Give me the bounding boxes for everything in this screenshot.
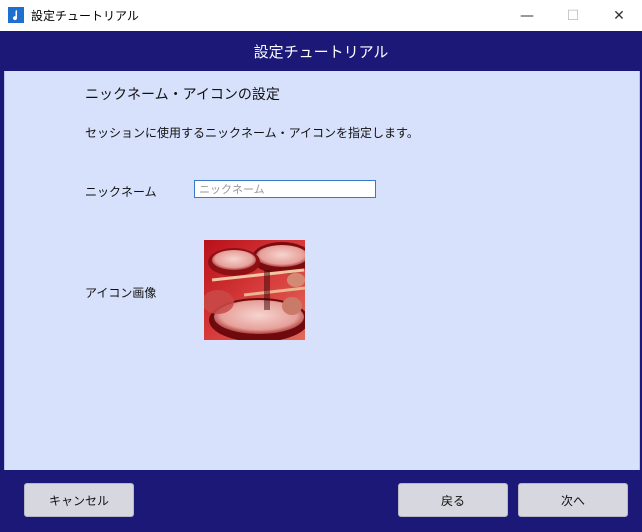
footer-bar: キャンセル 戻る 次へ [0,470,642,532]
cancel-button[interactable]: キャンセル [24,483,134,517]
header-banner: 設定チュートリアル [0,31,642,71]
section-title: ニックネーム・アイコンの設定 [85,87,280,103]
back-button[interactable]: 戻る [398,483,508,517]
minimize-icon: — [520,7,534,24]
app-icon [8,7,24,23]
close-button[interactable]: ✕ [596,0,642,31]
header-title: 設定チュートリアル [253,42,389,61]
content-panel: ニックネーム・アイコンの設定 セッションに使用するニックネーム・アイコンを指定し… [4,71,640,470]
next-button[interactable]: 次へ [518,483,628,517]
close-icon: ✕ [613,7,625,24]
window-title: 設定チュートリアル [31,9,139,23]
nickname-label: ニックネーム [85,185,157,199]
nickname-input[interactable] [194,180,376,198]
section-description: セッションに使用するニックネーム・アイコンを指定します。 [85,126,419,140]
maximize-button[interactable]: ☐ [550,0,596,31]
title-bar: 設定チュートリアル — ☐ ✕ [0,0,642,32]
minimize-button[interactable]: — [504,0,550,31]
drum-kit-photo [204,240,305,340]
icon-image-label: アイコン画像 [85,286,157,300]
maximize-icon: ☐ [566,7,580,24]
icon-image-preview[interactable] [204,240,305,340]
